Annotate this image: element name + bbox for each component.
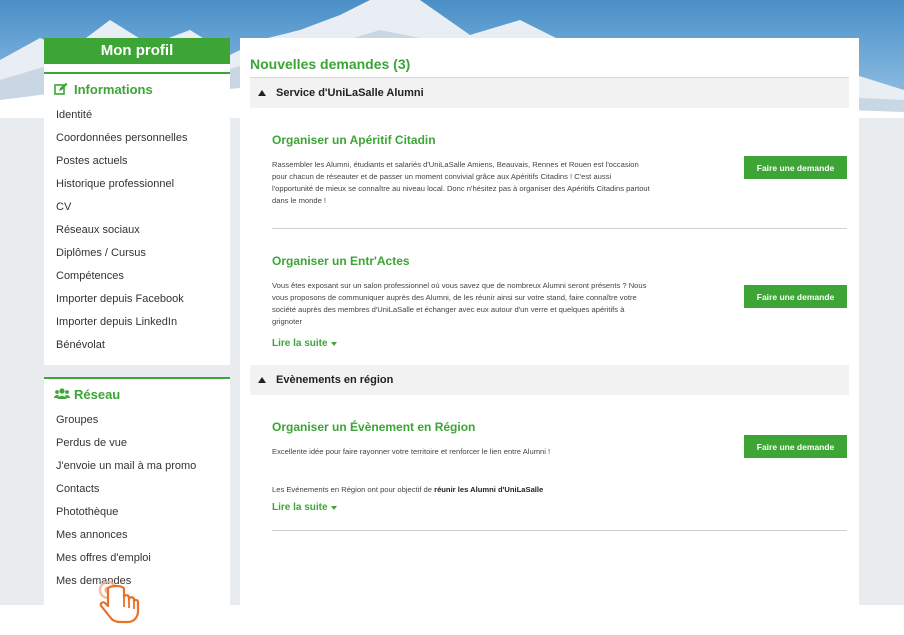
profile-title: Mon profil <box>44 38 230 64</box>
sidebar-item-mes-offres[interactable]: Mes offres d'emploi <box>56 547 230 570</box>
sidebar-item-import-facebook[interactable]: Importer depuis Facebook <box>56 288 230 311</box>
informations-title: Informations <box>74 81 153 97</box>
sidebar-item-groupes[interactable]: Groupes <box>56 409 230 432</box>
group-header-service[interactable]: Service d'UniLaSalle Alumni <box>250 78 849 108</box>
requests-panel: Nouvelles demandes (3) Service d'UniLaSa… <box>240 38 859 605</box>
read-more-link[interactable]: Lire la suite <box>272 502 337 513</box>
sidebar-item-identite[interactable]: Identité <box>56 104 230 127</box>
chevron-down-icon <box>330 342 337 346</box>
section-divider <box>44 365 230 377</box>
edit-icon <box>54 82 68 96</box>
sidebar-item-coordonnees[interactable]: Coordonnées personnelles <box>56 127 230 150</box>
collapse-triangle-icon <box>258 377 266 383</box>
sidebar-item-diplomes[interactable]: Diplômes / Cursus <box>56 242 230 265</box>
card-description-more: Les Evénements en Région ont pour object… <box>272 484 652 496</box>
card-title: Organiser un Entr'Actes <box>272 254 410 268</box>
card-title: Organiser un Apéritif Citadin <box>272 133 436 147</box>
informations-header: Informations <box>44 76 230 102</box>
sidebar-item-phototheque[interactable]: Photothèque <box>56 501 230 524</box>
reseau-menu: Groupes Perdus de vue J'envoie un mail à… <box>44 407 230 601</box>
card-description: Rassembler les Alumni, étudiants et sala… <box>272 160 650 205</box>
reseau-section: Réseau Groupes Perdus de vue J'envoie un… <box>44 377 230 601</box>
card-text-bold: réunir les Alumni d'UniLaSalle <box>434 485 544 494</box>
page-title: Nouvelles demandes (3) <box>250 38 849 78</box>
group-title: Evènements en région <box>276 374 394 386</box>
sidebar-item-perdus-de-vue[interactable]: Perdus de vue <box>56 432 230 455</box>
card-description: Vous êtes exposant sur un salon professi… <box>272 281 647 326</box>
sidebar-item-cv[interactable]: CV <box>56 196 230 219</box>
request-card-evenement-region: Organiser un Évènement en Région Excelle… <box>272 395 847 531</box>
read-more-label: Lire la suite <box>272 502 328 513</box>
sidebar-item-import-linkedin[interactable]: Importer depuis LinkedIn <box>56 311 230 334</box>
sidebar-item-mes-annonces[interactable]: Mes annonces <box>56 524 230 547</box>
card-text-prefix: Les Evénements en Région ont pour object… <box>272 485 435 494</box>
request-card-entractes: Organiser un Entr'Actes Vous êtes exposa… <box>272 229 847 365</box>
reseau-title: Réseau <box>74 386 121 402</box>
sidebar-item-mail-promo[interactable]: J'envoie un mail à ma promo <box>56 455 230 478</box>
request-button[interactable]: Faire une demande <box>744 435 847 458</box>
request-button[interactable]: Faire une demande <box>744 285 847 308</box>
read-more-link[interactable]: Lire la suite <box>272 338 337 349</box>
sidebar-item-historique[interactable]: Historique professionnel <box>56 173 230 196</box>
hand-pointer-cursor-icon <box>96 580 146 628</box>
sidebar-item-postes-actuels[interactable]: Postes actuels <box>56 150 230 173</box>
sidebar-item-reseaux-sociaux[interactable]: Réseaux sociaux <box>56 219 230 242</box>
sidebar-item-competences[interactable]: Compétences <box>56 265 230 288</box>
users-icon <box>54 387 70 401</box>
informations-section: Informations Identité Coordonnées person… <box>44 72 230 365</box>
chevron-down-icon <box>330 506 337 510</box>
group-title: Service d'UniLaSalle Alumni <box>276 87 424 99</box>
profile-sidebar: Mon profil Informations Identité Coordon… <box>44 38 230 605</box>
card-description: Excellente idée pour faire rayonner votr… <box>272 447 551 456</box>
request-button[interactable]: Faire une demande <box>744 156 847 179</box>
reseau-header: Réseau <box>44 381 230 407</box>
collapse-triangle-icon <box>258 90 266 96</box>
read-more-label: Lire la suite <box>272 338 328 349</box>
card-title: Organiser un Évènement en Région <box>272 420 476 434</box>
informations-menu: Identité Coordonnées personnelles Postes… <box>44 102 230 365</box>
group-header-evenements[interactable]: Evènements en région <box>250 365 849 395</box>
sidebar-item-contacts[interactable]: Contacts <box>56 478 230 501</box>
request-card-aperitif: Organiser un Apéritif Citadin Rassembler… <box>272 108 847 229</box>
sidebar-item-benevolat[interactable]: Bénévolat <box>56 334 230 357</box>
